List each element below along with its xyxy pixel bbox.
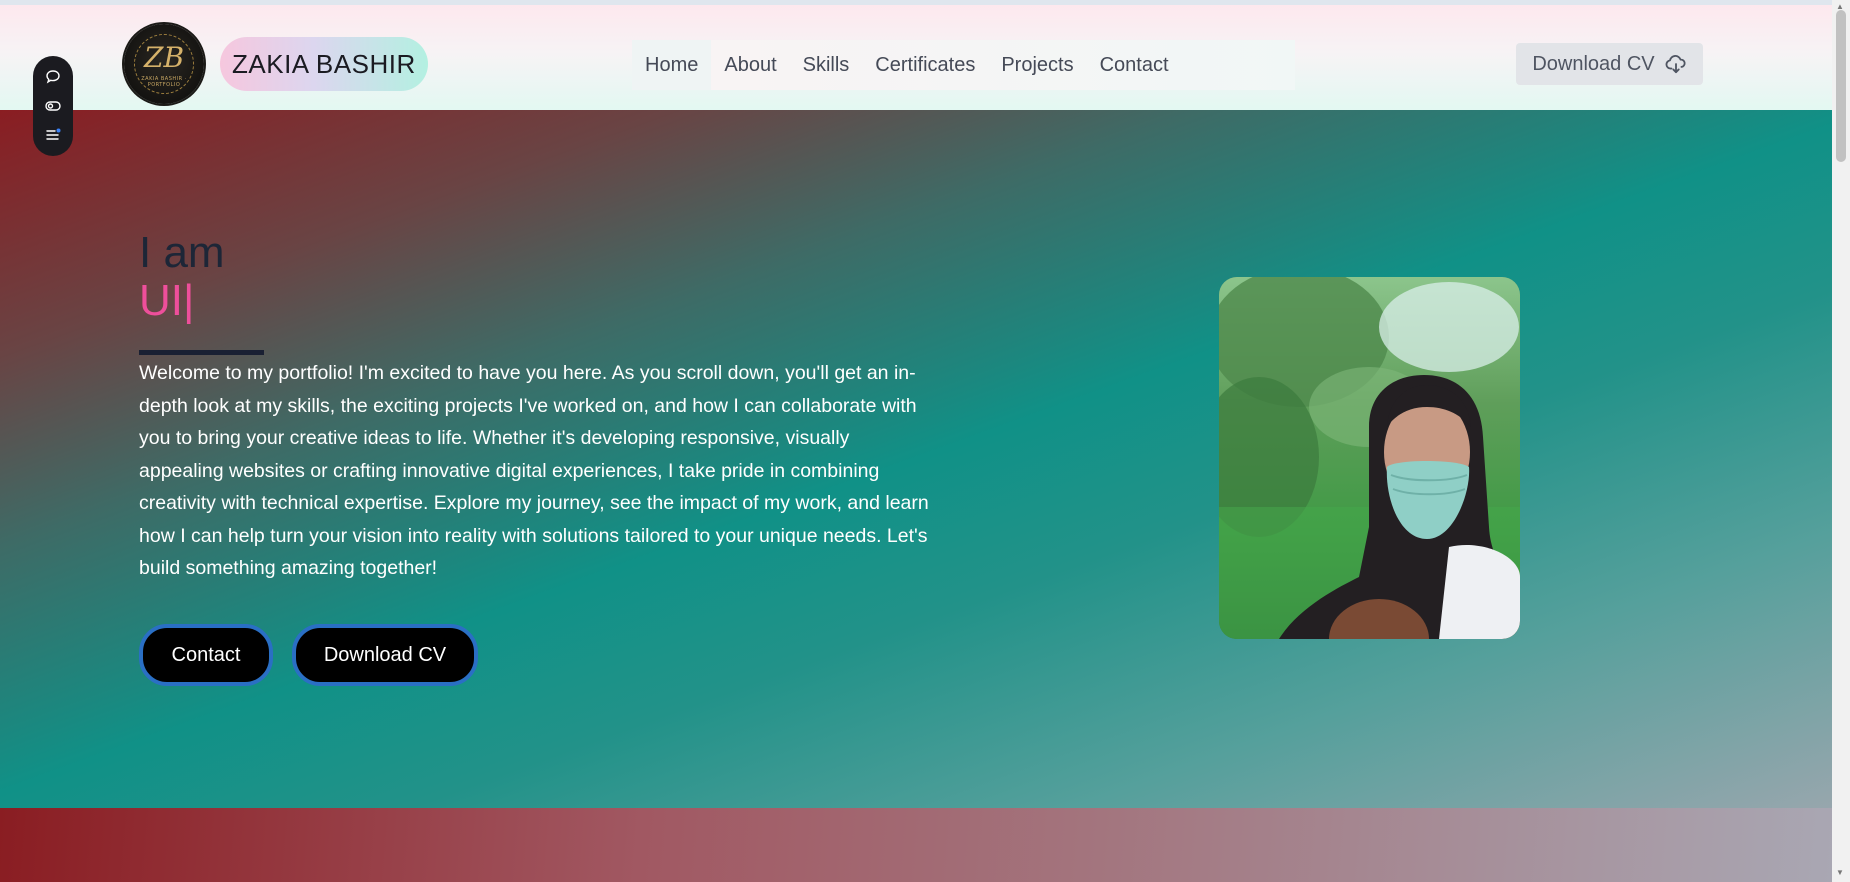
menu-notification-icon[interactable] bbox=[42, 124, 64, 146]
hero-typed-role: UI| bbox=[139, 276, 195, 325]
page-scrollbar[interactable]: ▲ ▼ bbox=[1832, 0, 1850, 882]
profile-photo bbox=[1219, 277, 1520, 639]
nav-certificates[interactable]: Certificates bbox=[862, 40, 988, 90]
brand-name[interactable]: ZAKIA BASHIR bbox=[220, 37, 428, 91]
hero-intro-text: Welcome to my portfolio! I'm excited to … bbox=[139, 362, 929, 579]
toggle-view-icon[interactable] bbox=[42, 95, 64, 117]
nav-skills[interactable]: Skills bbox=[790, 40, 863, 90]
nav-projects[interactable]: Projects bbox=[988, 40, 1086, 90]
cloud-download-icon bbox=[1665, 55, 1686, 74]
download-cv-nav-label: Download CV bbox=[1532, 52, 1655, 75]
nav-home[interactable]: Home bbox=[632, 40, 712, 90]
logo-monogram: ZB bbox=[143, 41, 185, 74]
main-nav: Home About Skills Certificates Projects … bbox=[632, 40, 1295, 90]
profile-photo-illustration bbox=[1219, 277, 1520, 639]
nav-about[interactable]: About bbox=[711, 40, 789, 90]
hero-section: I am UI| Welcome to my portfolio! I'm ex… bbox=[0, 110, 1832, 808]
download-cv-nav-button[interactable]: Download CV bbox=[1516, 43, 1703, 85]
navbar: ZB ZAKIA BASHIR · PORTFOLIO ZAKIA BASHIR… bbox=[0, 5, 1832, 110]
chat-bubble-icon[interactable] bbox=[42, 66, 64, 88]
logo-subtitle: ZAKIA BASHIR · PORTFOLIO bbox=[141, 76, 187, 88]
nav-contact[interactable]: Contact bbox=[1087, 40, 1182, 90]
hero-divider bbox=[139, 350, 264, 355]
side-dock bbox=[33, 56, 73, 156]
scroll-down-arrow-icon[interactable]: ▼ bbox=[1836, 868, 1844, 877]
logo[interactable]: ZB ZAKIA BASHIR · PORTFOLIO bbox=[124, 24, 204, 104]
next-section-preview bbox=[0, 808, 1832, 882]
hero-greeting: I am bbox=[139, 228, 225, 277]
download-cv-button[interactable]: Download CV bbox=[292, 624, 478, 686]
contact-button[interactable]: Contact bbox=[139, 624, 273, 686]
scrollbar-thumb[interactable] bbox=[1836, 10, 1846, 162]
